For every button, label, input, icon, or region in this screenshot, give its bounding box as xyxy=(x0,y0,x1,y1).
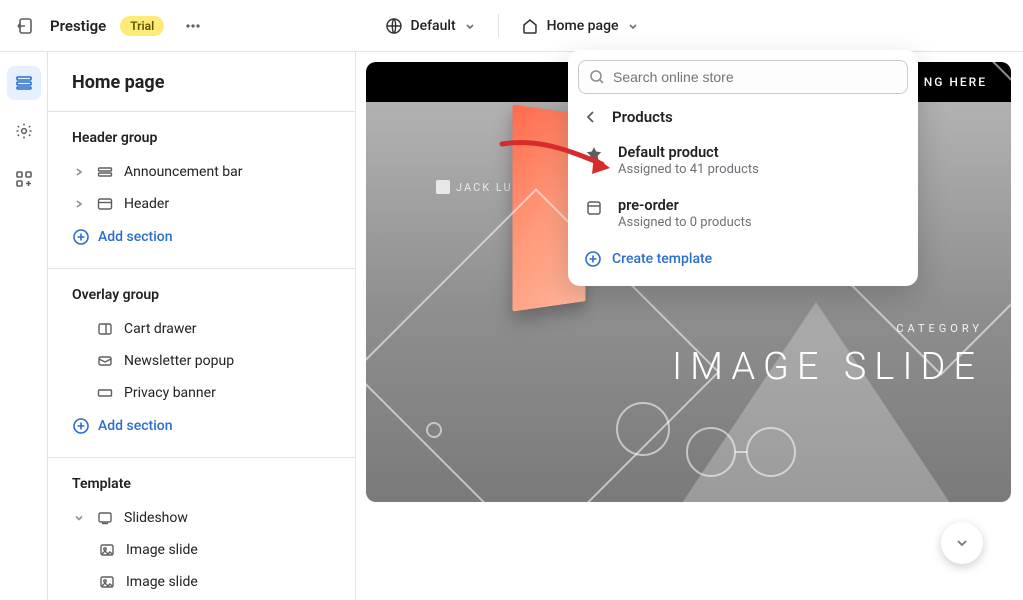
style-label: Default xyxy=(410,18,455,34)
template-icon xyxy=(584,197,604,217)
globe-icon xyxy=(384,17,402,35)
popover-title: Products xyxy=(612,108,673,126)
topbar-left: Prestige Trial xyxy=(16,16,208,36)
more-icon[interactable] xyxy=(178,17,208,35)
slideshow-icon xyxy=(96,510,114,526)
section-privacy-banner[interactable]: Privacy banner xyxy=(64,377,339,409)
section-cart-drawer[interactable]: Cart drawer xyxy=(64,313,339,345)
icon-rail xyxy=(0,52,48,600)
decor-circle xyxy=(616,402,670,456)
section-label: Newsletter popup xyxy=(124,353,234,369)
section-label: Announcement bar xyxy=(124,164,243,180)
template-subtitle: Assigned to 0 products xyxy=(618,215,752,230)
home-icon xyxy=(521,17,539,35)
template-body: pre-order Assigned to 0 products xyxy=(618,197,752,230)
block-label: Image slide xyxy=(126,542,198,558)
chevron-down-icon xyxy=(464,20,476,32)
add-section-label: Add section xyxy=(98,418,173,434)
section-label: Cart drawer xyxy=(124,321,197,337)
section-label: Slideshow xyxy=(124,510,188,526)
brand-mark xyxy=(436,180,450,194)
add-section-header[interactable]: Add section xyxy=(64,220,339,254)
rail-apps[interactable] xyxy=(7,162,41,196)
rail-settings[interactable] xyxy=(7,114,41,148)
hero-title: IMAGE SLIDE xyxy=(672,345,983,389)
banner-icon xyxy=(96,385,114,401)
theme-name: Prestige xyxy=(50,17,106,35)
exit-icon[interactable] xyxy=(16,16,36,36)
page-title: Home page xyxy=(48,52,355,112)
group-template: Template Slideshow Image slide Image sli… xyxy=(48,458,355,600)
topbar: Prestige Trial Default Home page xyxy=(0,0,1023,52)
page-dropdown[interactable]: Home page xyxy=(521,17,639,35)
page-label: Home page xyxy=(547,18,619,34)
style-dropdown[interactable]: Default xyxy=(384,17,475,35)
section-header[interactable]: Header xyxy=(64,188,339,220)
group-header: Header group Announcement bar Header Add… xyxy=(48,112,355,269)
plus-circle-icon xyxy=(584,250,602,268)
plus-circle-icon xyxy=(72,228,90,246)
decor-circle xyxy=(426,422,442,438)
search-box[interactable] xyxy=(578,60,908,94)
scroll-down-button[interactable] xyxy=(941,522,983,564)
section-label: Privacy banner xyxy=(124,385,216,401)
add-section-overlay[interactable]: Add section xyxy=(64,409,339,443)
block-label: Image slide xyxy=(126,574,198,590)
block-image-slide-2[interactable]: Image slide xyxy=(64,566,339,598)
announcement-icon xyxy=(96,164,114,180)
back-button[interactable] xyxy=(584,110,598,124)
popup-icon xyxy=(96,353,114,369)
hero-category: CATEGORY xyxy=(672,322,983,335)
section-newsletter-popup[interactable]: Newsletter popup xyxy=(64,345,339,377)
create-template[interactable]: Create template xyxy=(578,240,908,280)
plus-circle-icon xyxy=(72,417,90,435)
template-body: Default product Assigned to 41 products xyxy=(618,144,759,177)
chevron-down-icon xyxy=(72,513,86,523)
add-section-label: Add section xyxy=(98,229,173,245)
section-announcement-bar[interactable]: Announcement bar xyxy=(64,156,339,188)
topbar-divider xyxy=(498,14,499,38)
hero-text: CATEGORY IMAGE SLIDE xyxy=(672,322,983,389)
template-pre-order[interactable]: pre-order Assigned to 0 products xyxy=(578,187,908,240)
trial-badge: Trial xyxy=(120,16,164,36)
cart-icon xyxy=(96,321,114,337)
popover-header: Products xyxy=(578,94,908,134)
sidebar: Home page Header group Announcement bar … xyxy=(48,52,356,600)
create-template-label: Create template xyxy=(612,251,712,267)
group-overlay: Overlay group Cart drawer Newsletter pop… xyxy=(48,269,355,458)
chevron-right-icon xyxy=(72,199,86,209)
star-icon xyxy=(584,144,604,164)
chevron-down-icon xyxy=(627,20,639,32)
chevron-right-icon xyxy=(72,167,86,177)
topbar-center: Default Home page xyxy=(384,14,638,38)
image-icon xyxy=(98,574,116,590)
image-icon xyxy=(98,542,116,558)
rail-sections[interactable] xyxy=(7,66,41,100)
template-subtitle: Assigned to 41 products xyxy=(618,162,759,177)
section-slideshow[interactable]: Slideshow xyxy=(64,502,339,534)
section-label: Header xyxy=(124,196,169,212)
template-popover: Products Default product Assigned to 41 … xyxy=(568,50,918,286)
search-icon xyxy=(589,69,605,85)
decor-glasses xyxy=(681,422,801,482)
template-name: Default product xyxy=(618,144,759,161)
block-image-slide-1[interactable]: Image slide xyxy=(64,534,339,566)
template-name: pre-order xyxy=(618,197,752,214)
group-title-header: Header group xyxy=(64,130,339,156)
header-icon xyxy=(96,196,114,212)
group-title-template: Template xyxy=(64,476,339,502)
template-default-product[interactable]: Default product Assigned to 41 products xyxy=(578,134,908,187)
group-title-overlay: Overlay group xyxy=(64,287,339,313)
search-input[interactable] xyxy=(613,69,897,85)
